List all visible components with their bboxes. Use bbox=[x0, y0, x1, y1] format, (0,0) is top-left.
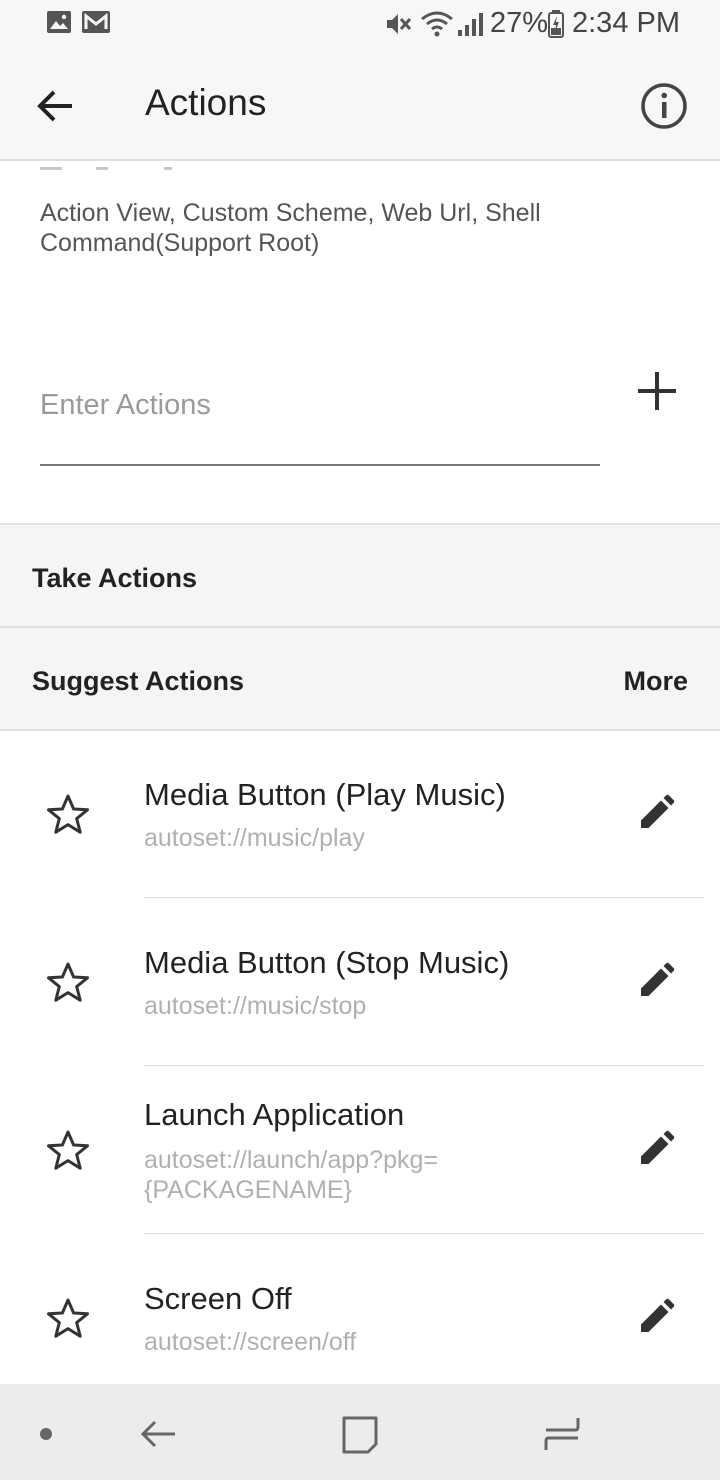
action-title: Media Button (Play Music) bbox=[144, 777, 506, 812]
action-title: Screen Off bbox=[144, 1281, 292, 1316]
star-outline-icon[interactable] bbox=[46, 1129, 90, 1173]
list-item[interactable]: Media Button (Stop Music) autoset://musi… bbox=[0, 899, 720, 1067]
plus-icon bbox=[638, 372, 676, 410]
action-url: autoset://music/stop bbox=[144, 992, 367, 1020]
action-url: autoset://screen/off bbox=[144, 1328, 357, 1356]
info-icon bbox=[641, 83, 687, 129]
star-outline-icon[interactable] bbox=[46, 1297, 90, 1341]
battery-icon bbox=[548, 10, 564, 38]
recents-icon[interactable] bbox=[338, 1412, 382, 1456]
enter-actions-input[interactable] bbox=[40, 370, 600, 440]
suggest-actions-list: Media Button (Play Music) autoset://musi… bbox=[0, 729, 720, 1356]
mute-icon bbox=[387, 14, 412, 34]
list-item[interactable]: Screen Off autoset://screen/off bbox=[0, 1235, 720, 1403]
list-divider bbox=[144, 897, 704, 898]
enter-actions-field bbox=[40, 370, 600, 468]
wifi-icon bbox=[421, 11, 453, 37]
battery-percent: 27% bbox=[490, 7, 549, 39]
back-button[interactable] bbox=[28, 80, 84, 132]
dot-icon bbox=[40, 1428, 52, 1440]
edit-pencil-icon[interactable] bbox=[636, 1129, 676, 1169]
edit-pencil-icon[interactable] bbox=[636, 961, 676, 1001]
switch-icon[interactable] bbox=[540, 1412, 584, 1456]
signal-icon bbox=[458, 13, 483, 36]
scrolled-text-fragment bbox=[40, 160, 240, 170]
star-outline-icon[interactable] bbox=[46, 961, 90, 1005]
system-nav-bar bbox=[0, 1384, 720, 1480]
arrow-left-icon bbox=[37, 90, 72, 122]
add-action-button[interactable] bbox=[630, 364, 684, 418]
list-divider bbox=[144, 1065, 704, 1066]
back-icon[interactable] bbox=[137, 1412, 181, 1456]
gallery-icon bbox=[47, 11, 71, 33]
list-item[interactable]: Launch Application autoset://launch/app?… bbox=[0, 1067, 720, 1235]
suggest-actions-label: Suggest Actions bbox=[32, 666, 245, 696]
action-url: autoset://launch/app?pkg={PACKAGENAME} bbox=[144, 1146, 438, 1204]
clock: 2:34 PM bbox=[572, 7, 680, 39]
actions-description: Action View, Custom Scheme, Web Url, She… bbox=[40, 199, 541, 257]
status-bar: 27% 2:34 PM bbox=[0, 0, 720, 50]
take-actions-label: Take Actions bbox=[32, 563, 198, 593]
star-outline-icon[interactable] bbox=[46, 793, 90, 837]
edit-pencil-icon[interactable] bbox=[636, 1297, 676, 1337]
list-divider bbox=[144, 1233, 704, 1234]
list-item[interactable]: Media Button (Play Music) autoset://musi… bbox=[0, 731, 720, 899]
edit-pencil-icon[interactable] bbox=[636, 793, 676, 833]
input-underline bbox=[40, 464, 600, 466]
app-bar: Actions bbox=[0, 50, 720, 161]
page-title: Actions bbox=[145, 82, 267, 123]
action-url: autoset://music/play bbox=[144, 824, 365, 852]
info-button[interactable] bbox=[636, 78, 692, 134]
action-title: Media Button (Stop Music) bbox=[144, 945, 510, 980]
gmail-icon bbox=[82, 11, 110, 33]
suggest-actions-header: Suggest Actions More bbox=[0, 626, 720, 730]
take-actions-header[interactable]: Take Actions bbox=[0, 523, 720, 627]
more-button[interactable]: More bbox=[623, 666, 688, 697]
action-title: Launch Application bbox=[144, 1097, 405, 1132]
